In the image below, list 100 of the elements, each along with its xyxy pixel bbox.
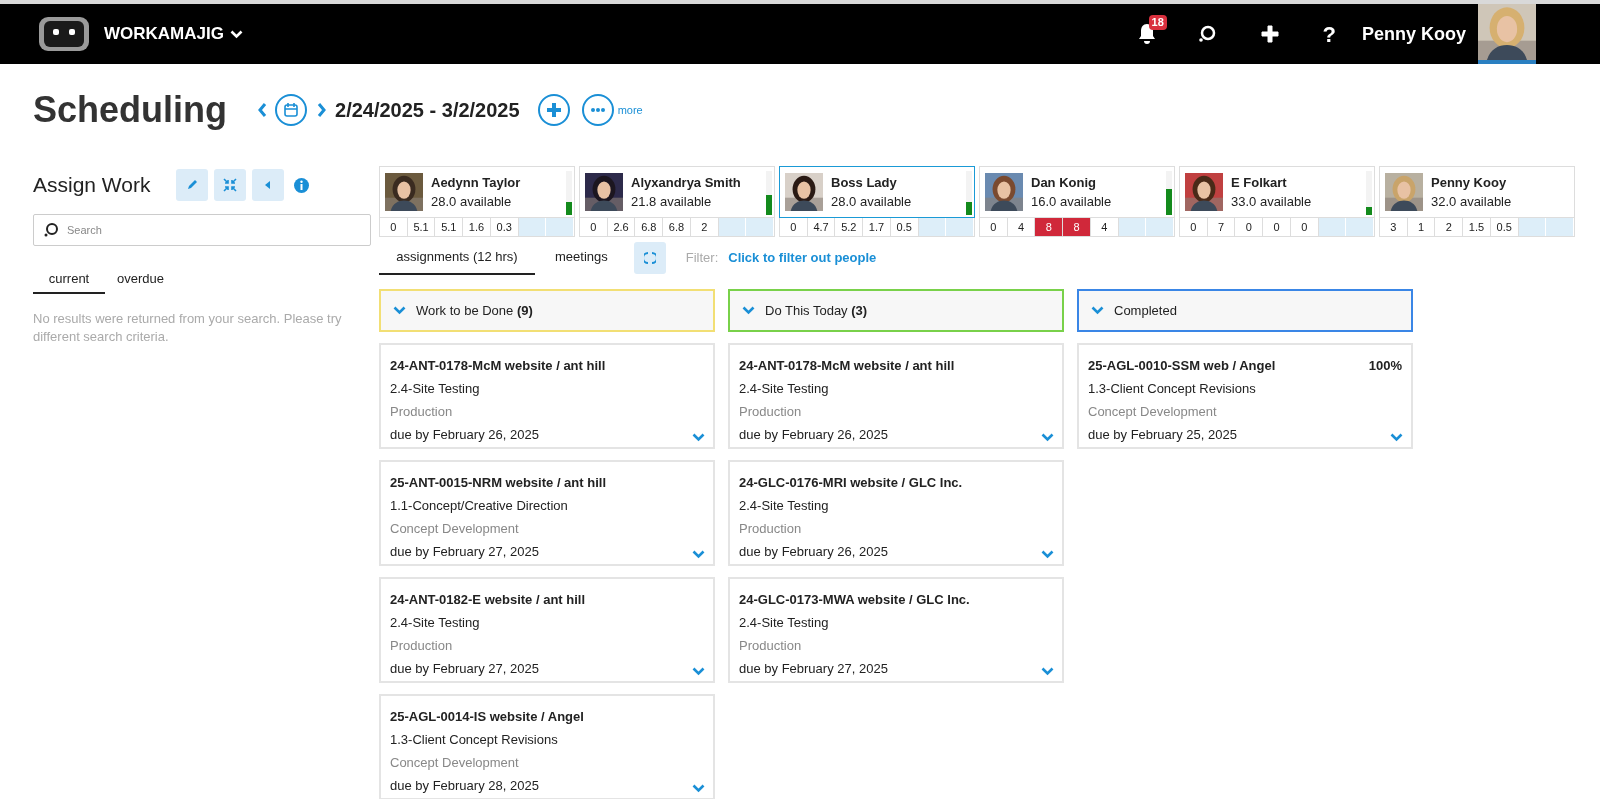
more-link[interactable]: more (617, 101, 643, 119)
back-button[interactable] (252, 169, 285, 201)
filter-label: Filter: (685, 249, 719, 268)
more-button[interactable] (581, 94, 614, 126)
phase-name: Production (739, 637, 803, 655)
column-header[interactable]: Do This Today (3) (728, 289, 1064, 332)
person-card[interactable]: Dan Konig 16.0 available (979, 166, 1175, 218)
chevron-down-icon[interactable] (1041, 667, 1054, 676)
hours-cell: 8 (1063, 218, 1091, 236)
availability: 33.0 available (1231, 193, 1312, 211)
project-name: 24-GLC-0176-MRI website / GLC Inc. (739, 474, 963, 492)
person-card[interactable]: Alyxandrya Smith 21.8 available (579, 166, 775, 218)
task-name: 2.4-Site Testing (739, 497, 830, 515)
chevron-down-icon[interactable] (1041, 433, 1054, 442)
due-date: due by February 26, 2025 (739, 426, 888, 444)
task-name: 2.4-Site Testing (739, 380, 830, 398)
panel-title: Assign Work (33, 172, 151, 199)
person-card[interactable]: Aedynn Taylor 28.0 available (379, 166, 575, 218)
date-range: 2/24/2025 - 3/2/2025 (335, 98, 520, 123)
collapse-button[interactable] (214, 169, 247, 201)
task-card[interactable]: 25-AGL-0014-IS website / Angel 1.3-Client Concept Revisions Concept Development due by February 28, 2025 (379, 694, 715, 799)
due-date: due by February 28, 2025 (390, 777, 539, 795)
task-card[interactable]: 24-ANT-0182-E website / ant hill 2.4-Site Testing Production due by February 27, 2025 (379, 577, 715, 683)
column-title: Do This Today (3) (765, 301, 868, 320)
app-switcher[interactable]: WORKAMAJIG (104, 21, 243, 47)
tab[interactable]: current (33, 266, 105, 294)
task-card[interactable]: 25-AGL-0010-SSM web / Angel 100% 1.3-Client Concept Revisions Concept Development due by February 25, 2025 (1077, 343, 1413, 449)
task-name: 1.3-Client Concept Revisions (390, 731, 559, 749)
phase-name: Concept Development (1088, 403, 1218, 421)
plus-icon[interactable] (1260, 25, 1279, 43)
filter-link[interactable]: Click to filter out people (728, 248, 877, 268)
chevron-down-icon (229, 29, 243, 39)
phase-name: Production (739, 520, 803, 538)
task-card[interactable]: 24-GLC-0173-MWA website / GLC Inc. 2.4-Site Testing Production due by February 27, 2025 (728, 577, 1064, 683)
user-name[interactable]: Penny Kooy (1361, 20, 1466, 48)
task-name: 2.4-Site Testing (739, 614, 830, 632)
column-header[interactable]: Work to be Done (9) (379, 289, 715, 332)
page-title: Scheduling (33, 88, 227, 132)
help-icon[interactable]: ? (1322, 17, 1336, 51)
tab[interactable]: meetings (545, 241, 618, 275)
column-header[interactable]: Completed (1077, 289, 1413, 332)
empty-message: No results were returned from your search. Please try different search criteria. (33, 310, 343, 346)
person-card[interactable]: E Folkart 33.0 available (1179, 166, 1375, 218)
chevron-down-icon[interactable] (1390, 433, 1403, 442)
edit-button[interactable] (176, 169, 209, 201)
calendar-button[interactable] (275, 94, 307, 126)
robot-logo-icon[interactable] (38, 16, 90, 52)
task-card[interactable]: 24-ANT-0178-McM website / ant hill 2.4-Site Testing Production due by February 26, 2025 (728, 343, 1064, 449)
task-name: 1.1-Concept/Creative Direction (390, 497, 569, 515)
chevron-down-icon[interactable] (1041, 550, 1054, 559)
chevron-down-icon[interactable] (742, 306, 755, 315)
project-name: 25-AGL-0010-SSM web / Angel (1088, 357, 1276, 375)
add-button[interactable] (537, 94, 570, 126)
project-name: 25-ANT-0015-NRM website / ant hill (390, 474, 606, 492)
refresh-icon (643, 252, 656, 264)
tab[interactable]: assignments (12 hrs) (379, 241, 535, 275)
pencil-icon (186, 179, 199, 191)
search-icon (43, 222, 59, 238)
chevron-down-icon[interactable] (692, 433, 705, 442)
search-field[interactable]: Search (33, 214, 371, 246)
phase-name: Production (390, 637, 454, 655)
tab[interactable]: overdue (105, 266, 176, 294)
person-name: Boss Lady (831, 173, 898, 192)
phase-name: Production (390, 403, 454, 421)
chevron-down-icon[interactable] (692, 784, 705, 793)
project-name: 24-GLC-0173-MWA website / GLC Inc. (739, 591, 970, 609)
calendar-icon (283, 102, 299, 118)
task-name: 2.4-Site Testing (390, 380, 481, 398)
task-name: 2.4-Site Testing (390, 614, 481, 632)
chevron-right-icon[interactable] (317, 102, 327, 118)
chevron-left-icon[interactable] (257, 102, 267, 118)
percent-complete: 100% (1368, 357, 1402, 375)
project-name: 24-ANT-0178-McM website / ant hill (390, 357, 606, 375)
person-card[interactable]: Boss Lady 28.0 available (779, 166, 975, 218)
person-name: Dan Konig (1031, 173, 1097, 192)
due-date: due by February 25, 2025 (1088, 426, 1237, 444)
availability: 32.0 available (1431, 193, 1512, 211)
due-date: due by February 27, 2025 (390, 660, 539, 678)
hours-cell: 8 (1035, 218, 1064, 236)
person-card[interactable]: Penny Kooy 32.0 available (1379, 166, 1575, 218)
phase-name: Production (739, 403, 803, 421)
chevron-down-icon[interactable] (1091, 306, 1104, 315)
column-title: Completed (1114, 301, 1177, 320)
info-icon[interactable] (294, 177, 310, 193)
task-card[interactable]: 24-GLC-0176-MRI website / GLC Inc. 2.4-Site Testing Production due by February 26, 2025 (728, 460, 1064, 566)
availability: 21.8 available (631, 193, 713, 211)
project-name: 24-ANT-0182-E website / ant hill (390, 591, 586, 609)
due-date: due by February 26, 2025 (390, 426, 539, 444)
task-card[interactable]: 24-ANT-0178-McM website / ant hill 2.4-Site Testing Production due by February 26, 2025 (379, 343, 715, 449)
search-icon[interactable] (1196, 24, 1217, 44)
chevron-down-icon[interactable] (692, 550, 705, 559)
task-name: 1.3-Client Concept Revisions (1088, 380, 1257, 398)
phase-name: Concept Development (390, 754, 520, 772)
column-title: Work to be Done (9) (416, 301, 533, 320)
chevron-down-icon[interactable] (393, 306, 406, 315)
task-card[interactable]: 25-ANT-0015-NRM website / ant hill 1.1-Concept/Creative Direction Concept Development due by February 27, 2025 (379, 460, 715, 566)
chevron-down-icon[interactable] (692, 667, 705, 676)
availability: 28.0 available (831, 193, 912, 211)
project-name: 24-ANT-0178-McM website / ant hill (739, 357, 955, 375)
refresh-button[interactable] (633, 242, 666, 274)
